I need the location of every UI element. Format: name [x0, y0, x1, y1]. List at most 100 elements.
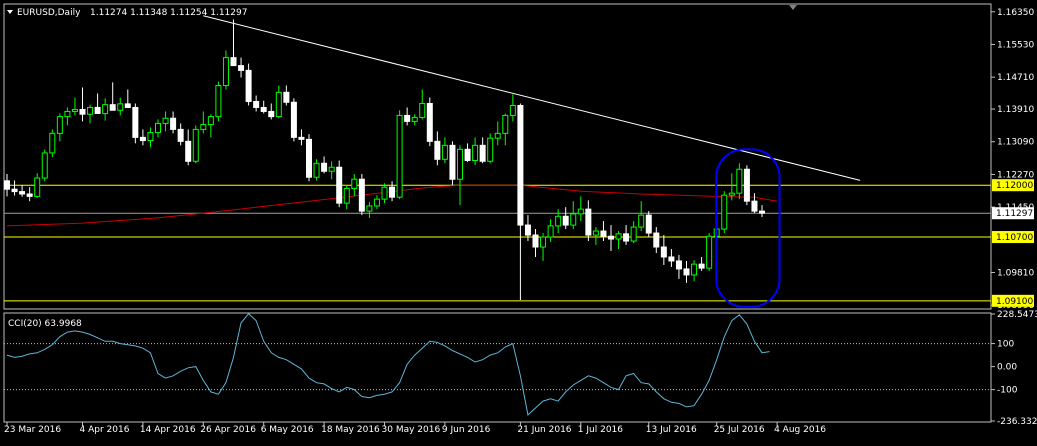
date-tick-label: 26 Apr 2016	[200, 425, 256, 435]
candle-body	[19, 191, 26, 195]
candle-body	[562, 215, 569, 226]
price-tick-label: 1.13910	[997, 105, 1034, 115]
candle-body	[94, 106, 101, 114]
candle-body	[600, 230, 607, 237]
candle-body	[592, 230, 599, 236]
candle	[336, 160, 343, 208]
candle-body	[102, 104, 109, 114]
date-tick-label: 4 Aug 2016	[774, 425, 826, 435]
date-tick-label: 23 Mar 2016	[4, 425, 61, 435]
date-tick-label: 13 Jul 2016	[646, 425, 697, 435]
candle-body	[155, 122, 161, 134]
candle-body	[517, 104, 524, 226]
candle-body	[215, 85, 222, 118]
candle-body	[366, 205, 373, 212]
candle-body	[11, 188, 18, 193]
candle-body	[623, 233, 630, 242]
candle-body	[608, 235, 614, 240]
candle-body	[283, 91, 290, 103]
candle	[645, 211, 652, 238]
cci-tick-label: 0.00	[997, 363, 1017, 373]
candle-body	[321, 162, 328, 172]
candle-body	[389, 186, 396, 198]
candle-body	[275, 91, 282, 118]
candle-body	[630, 226, 637, 242]
candle-body	[4, 180, 10, 190]
candle-body	[351, 178, 358, 189]
candle-body	[358, 178, 365, 212]
candle-body	[71, 108, 78, 112]
candle-body	[177, 128, 184, 142]
candle	[426, 97, 433, 147]
candle-body	[426, 102, 433, 142]
candle-body	[124, 103, 131, 108]
candle-body	[290, 101, 297, 138]
candle-body	[238, 65, 245, 71]
candle-body	[721, 194, 728, 230]
candle-body	[645, 214, 652, 234]
candle	[41, 149, 48, 182]
candle-body	[691, 263, 698, 276]
price-tick-label: 1.15530	[997, 40, 1034, 50]
candle-body	[555, 215, 562, 227]
candle-body	[638, 214, 645, 228]
candle-body	[532, 234, 539, 248]
candle-body	[343, 187, 350, 204]
candle-body	[449, 144, 456, 180]
candle-body	[185, 140, 192, 162]
candle-body	[577, 208, 584, 215]
candle-body	[79, 108, 86, 115]
candle-body	[192, 128, 199, 162]
candle-body	[253, 100, 260, 108]
ohlc-label: 1.11274 1.11348 1.11254 1.11297	[90, 8, 247, 18]
candle-body	[147, 132, 154, 142]
cci-tick-label: -100	[997, 386, 1018, 396]
candle-body	[487, 137, 494, 162]
candle-body	[457, 148, 463, 180]
candle	[192, 125, 199, 164]
candle-body	[34, 177, 41, 197]
candle-body	[64, 110, 71, 118]
date-tick-label: 21 Jun 2016	[517, 425, 571, 435]
candle-body	[547, 225, 554, 238]
candle-body	[306, 138, 312, 178]
candle-body	[706, 235, 713, 269]
candle-body	[540, 236, 547, 248]
candle	[290, 98, 297, 142]
candle-body	[41, 152, 48, 179]
candle	[743, 165, 750, 206]
candle-body	[56, 116, 63, 134]
candle-body	[404, 114, 411, 122]
level-price-label: 1.10700	[996, 233, 1033, 243]
candle-body	[683, 268, 690, 276]
candle-body	[207, 116, 214, 126]
date-tick-label: 25 Jul 2016	[714, 425, 765, 435]
candle	[358, 174, 365, 216]
candle-body	[170, 117, 177, 130]
candle-body	[132, 106, 139, 138]
cci-tick-label: 228.5473	[997, 310, 1037, 320]
candle-body	[441, 144, 448, 160]
candle-body	[660, 246, 667, 258]
candle	[215, 81, 222, 122]
candle-body	[26, 193, 33, 197]
candle-body	[502, 114, 509, 134]
price-tick-label: 1.12270	[997, 170, 1034, 180]
candle-body	[509, 104, 516, 116]
cci-title: CCI(20) 63.9968	[8, 319, 82, 329]
candle-body	[698, 263, 705, 269]
date-tick-label: 30 May 2016	[382, 425, 441, 435]
candle	[449, 141, 456, 186]
price-tick-label: 1.16350	[997, 8, 1034, 18]
candle	[721, 191, 728, 234]
candle-body	[87, 106, 94, 115]
candle-body	[268, 110, 275, 118]
candle-body	[524, 224, 531, 236]
price-tick-label: 1.14710	[997, 73, 1034, 83]
candle-body	[313, 162, 320, 178]
candle	[306, 134, 312, 182]
candle-body	[759, 210, 765, 214]
date-tick-label: 4 Apr 2016	[80, 425, 130, 435]
candle-body	[675, 260, 682, 270]
cci-tick-label: -236.3325	[997, 417, 1037, 427]
